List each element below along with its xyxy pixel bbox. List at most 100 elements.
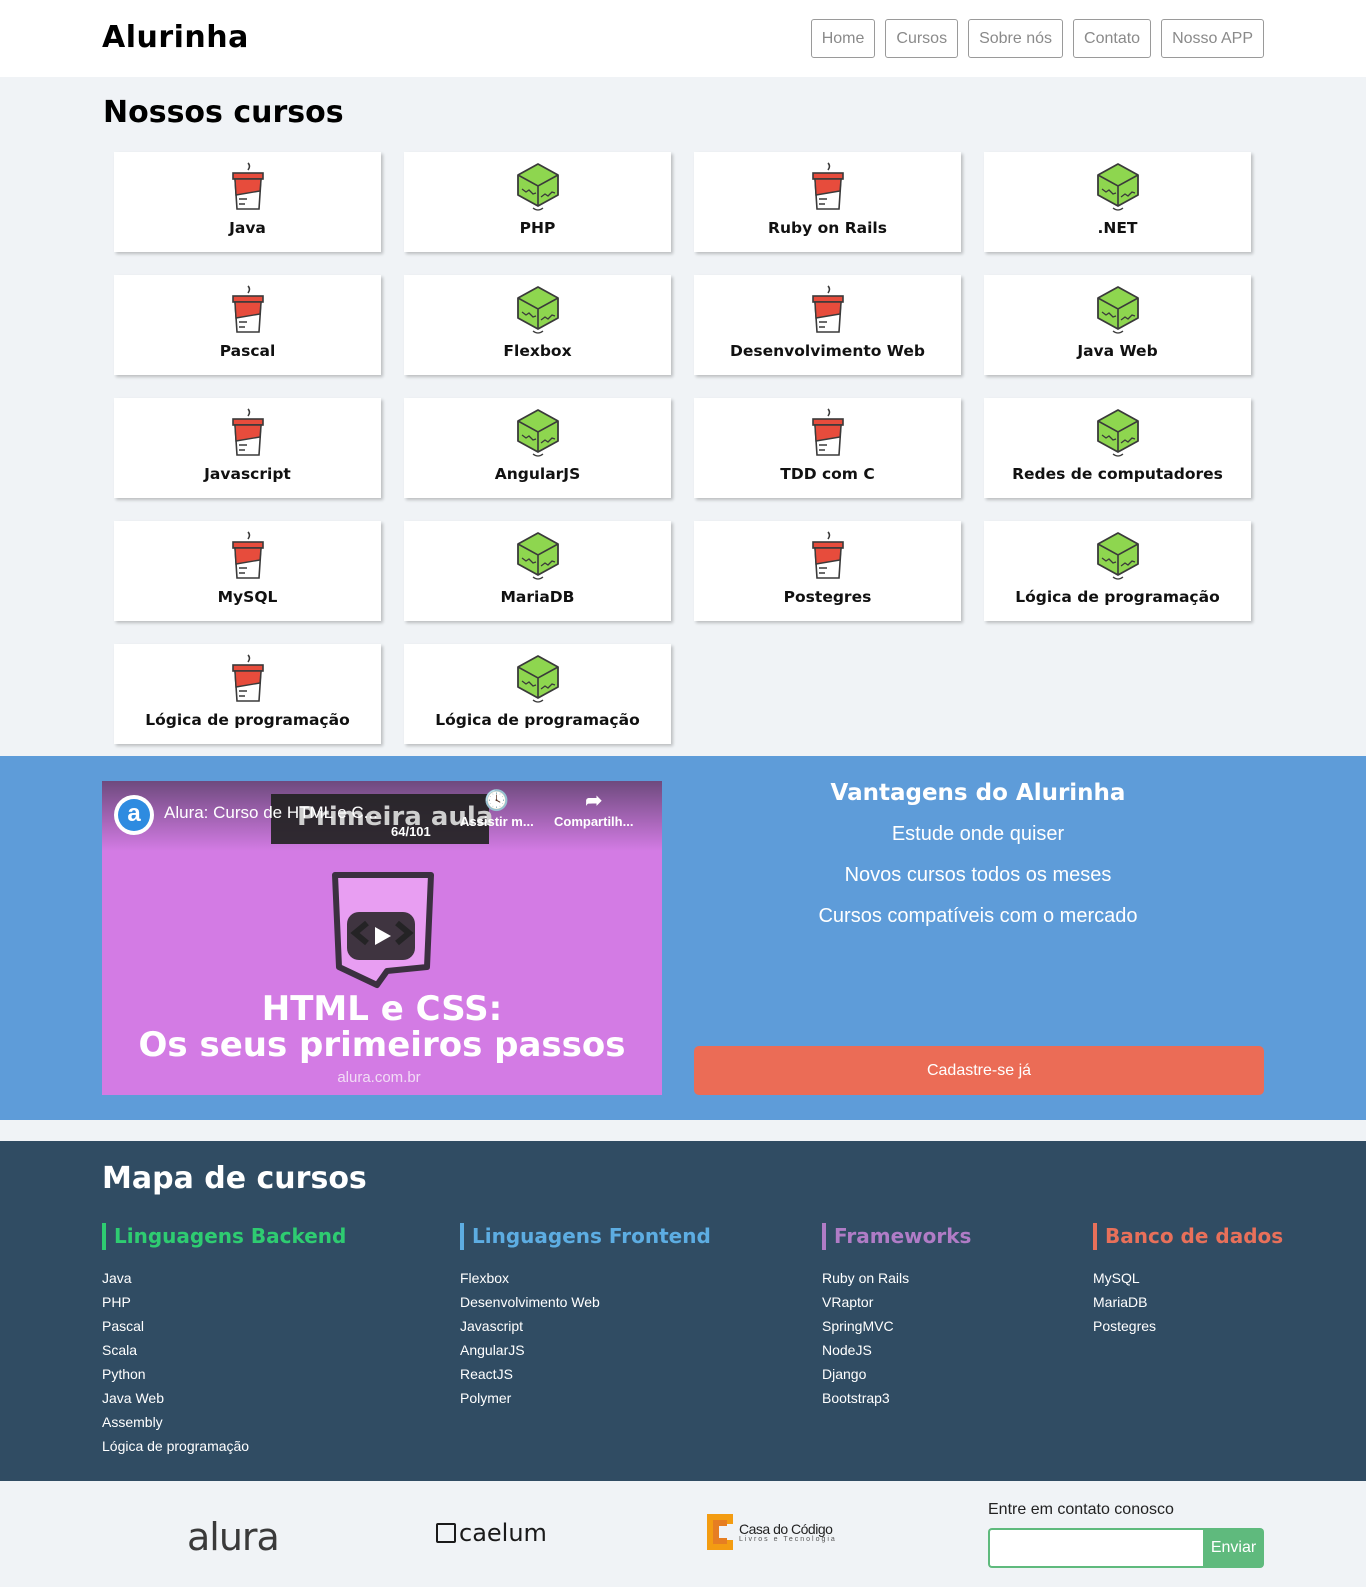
course-map-link[interactable]: MariaDB	[1093, 1290, 1283, 1314]
course-card[interactable]: Pascal	[114, 275, 381, 375]
course-card[interactable]: Flexbox	[404, 275, 671, 375]
caelum-logo[interactable]: caelum	[436, 1519, 547, 1547]
video-url: alura.com.br	[337, 1069, 421, 1086]
course-map-link[interactable]: Polymer	[460, 1386, 711, 1410]
course-map-link[interactable]: MySQL	[1093, 1266, 1283, 1290]
course-card[interactable]: .NET	[984, 152, 1251, 252]
course-map-link[interactable]: Python	[102, 1362, 346, 1386]
nav-home-button[interactable]: Home	[810, 19, 876, 58]
course-map-category-title: Linguagens Frontend	[460, 1223, 711, 1250]
contact-label: Entre em contato conosco	[988, 1501, 1174, 1518]
nav-sobre-button[interactable]: Sobre nós	[968, 19, 1064, 58]
course-map-link[interactable]: Lógica de programação	[102, 1434, 346, 1458]
course-card[interactable]: Lógica de programação	[404, 644, 671, 744]
advantages-title: Vantagens do Alurinha	[830, 780, 1126, 806]
course-card[interactable]: TDD com C	[694, 398, 961, 498]
signup-button[interactable]: Cadastre-se já	[694, 1046, 1264, 1095]
watch-later-button[interactable]: 🕓 Assistir m...	[460, 791, 534, 829]
course-map-link[interactable]: Ruby on Rails	[822, 1266, 971, 1290]
course-card[interactable]: PHP	[404, 152, 671, 252]
course-map-category-title: Frameworks	[822, 1223, 971, 1250]
casa-do-codigo-name: Casa do Código	[739, 1520, 833, 1537]
course-card[interactable]: Ruby on Rails	[694, 152, 961, 252]
caelum-logo-text: caelum	[459, 1519, 547, 1547]
share-button[interactable]: ➦ Compartilh...	[554, 791, 633, 829]
course-map-category-title: Linguagens Backend	[102, 1223, 346, 1250]
nav-cursos-button[interactable]: Cursos	[885, 19, 959, 58]
course-map-link[interactable]: Pascal	[102, 1314, 346, 1338]
video-heading-line1: HTML e CSS:	[261, 989, 503, 1029]
course-name: Redes de computadores	[1012, 465, 1223, 483]
course-card[interactable]: Java Web	[984, 275, 1251, 375]
send-button[interactable]: Enviar	[1203, 1528, 1264, 1568]
casa-do-codigo-logo[interactable]: Casa do Código Livros e Tecnologia	[707, 1514, 837, 1550]
nav-app-button[interactable]: Nosso APP	[1161, 19, 1264, 58]
course-map-column: Linguagens Backend Java PHP Pascal Scala Pyth…	[102, 1223, 346, 1458]
course-map-column: Linguagens Frontend Flexbox Desenvolviment…	[460, 1223, 711, 1410]
course-map-link[interactable]: Java	[102, 1266, 346, 1290]
course-map-link[interactable]: NodeJS	[822, 1338, 971, 1362]
course-card[interactable]: Lógica de programação	[114, 644, 381, 744]
course-map-link[interactable]: AngularJS	[460, 1338, 711, 1362]
coffee-cup-icon	[114, 530, 381, 582]
nav-contato-button[interactable]: Contato	[1073, 19, 1152, 58]
coffee-cup-icon	[694, 161, 961, 213]
casa-do-codigo-subtitle: Livros e Tecnologia	[739, 1535, 837, 1543]
coffee-cup-icon	[114, 653, 381, 705]
course-map-link[interactable]: Bootstrap3	[822, 1386, 971, 1410]
course-map-link[interactable]: Django	[822, 1362, 971, 1386]
course-card[interactable]: MariaDB	[404, 521, 671, 621]
course-map-link[interactable]: Desenvolvimento Web	[460, 1290, 711, 1314]
contact-email-input[interactable]	[988, 1528, 1203, 1568]
course-card[interactable]: AngularJS	[404, 398, 671, 498]
course-card[interactable]: Java	[114, 152, 381, 252]
course-grid: Java PHP Ruby on Rails .NET Pascal Flexbox Des…	[114, 152, 1254, 744]
course-map-link[interactable]: VRaptor	[822, 1290, 971, 1314]
course-name: Postegres	[783, 588, 872, 606]
video-thumbnail-heading: HTML e CSS: Os seus primeiros passos	[102, 991, 662, 1063]
course-map-link[interactable]: Flexbox	[460, 1266, 711, 1290]
course-name: MySQL	[217, 588, 278, 606]
advantage-item: Estude onde quiser	[891, 823, 1065, 845]
course-name: Ruby on Rails	[768, 219, 887, 237]
course-card[interactable]: Redes de computadores	[984, 398, 1251, 498]
course-name: AngularJS	[494, 465, 581, 483]
alura-a-icon: a	[118, 799, 150, 831]
advantage-item: Novos cursos todos os meses	[844, 864, 1112, 886]
course-name: PHP	[519, 219, 556, 237]
course-map: Mapa de cursos Linguagens Backend Java PHP…	[0, 1141, 1366, 1481]
video-title[interactable]: Alura: Curso de HTML e C...	[164, 803, 378, 823]
course-map-link[interactable]: Java Web	[102, 1386, 346, 1410]
course-card[interactable]: Desenvolvimento Web	[694, 275, 961, 375]
course-card[interactable]: MySQL	[114, 521, 381, 621]
video-player[interactable]: a Primeira aula 64/101 Alura: Curso de H…	[102, 781, 662, 1095]
course-map-link[interactable]: Scala	[102, 1338, 346, 1362]
green-cube-icon	[984, 530, 1251, 582]
course-map-column: Banco de dados MySQL MariaDB Postegres	[1093, 1223, 1283, 1338]
share-label: Compartilh...	[554, 814, 634, 829]
coffee-cup-icon	[114, 284, 381, 336]
alura-logo[interactable]: alura	[187, 1515, 280, 1559]
course-map-link[interactable]: Postegres	[1093, 1314, 1283, 1338]
course-card[interactable]: Lógica de programação	[984, 521, 1251, 621]
green-cube-icon	[984, 407, 1251, 459]
course-map-link[interactable]: ReactJS	[460, 1362, 711, 1386]
course-name: Lógica de programação	[145, 711, 350, 729]
advantage-item: Cursos compatíveis com o mercado	[818, 905, 1138, 927]
course-map-link[interactable]: Javascript	[460, 1314, 711, 1338]
course-map-category-title: Banco de dados	[1093, 1223, 1283, 1250]
alura-channel-avatar[interactable]: a	[114, 795, 154, 835]
green-cube-icon	[404, 161, 671, 213]
course-map-link[interactable]: Assembly	[102, 1410, 346, 1434]
course-card[interactable]: Postegres	[694, 521, 961, 621]
course-name: Javascript	[204, 465, 291, 483]
site-logo[interactable]: Alurinha	[102, 20, 249, 55]
course-map-link[interactable]: PHP	[102, 1290, 346, 1314]
courses-title: Nossos cursos	[103, 95, 344, 130]
course-map-title: Mapa de cursos	[102, 1161, 367, 1196]
course-name: MariaDB	[500, 588, 575, 606]
play-icon[interactable]	[347, 912, 415, 960]
advantages-panel: Vantagens do Alurinha Estude onde quiser…	[692, 780, 1264, 946]
course-map-link[interactable]: SpringMVC	[822, 1314, 971, 1338]
course-card[interactable]: Javascript	[114, 398, 381, 498]
